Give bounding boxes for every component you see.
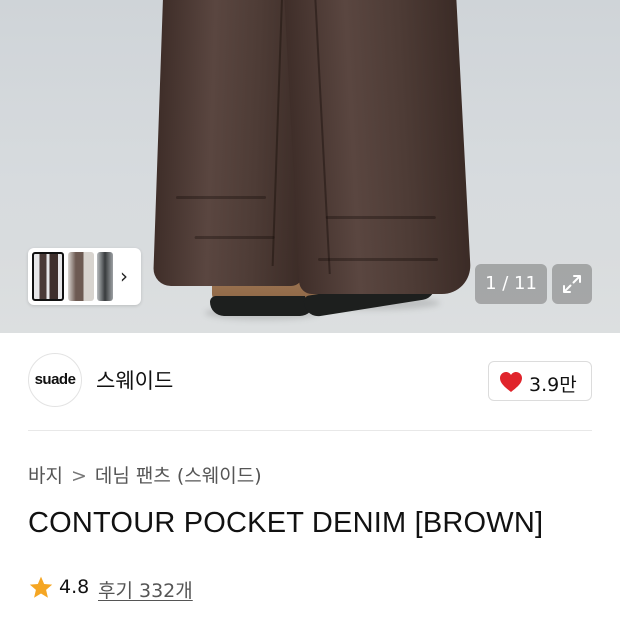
breadcrumb-separator-icon: > [70, 465, 87, 487]
left-shoe-sole [210, 296, 314, 316]
rating-score: 4.8 [59, 576, 90, 598]
right-pant-leg [284, 0, 472, 294]
like-count: 3.9만 [529, 374, 577, 396]
heart-icon [500, 372, 522, 392]
thumbnail-1-selected[interactable] [32, 252, 64, 301]
thumbnail-strip[interactable]: › [28, 248, 141, 305]
reviews-link[interactable]: 후기 332개 [98, 576, 193, 603]
expand-icon [563, 275, 581, 293]
breadcrumb-item-pants[interactable]: 바지 [28, 465, 63, 487]
image-counter: 1 / 11 [475, 264, 547, 304]
product-title: CONTOUR POCKET DENIM [BROWN] [28, 507, 544, 539]
section-divider [28, 430, 592, 431]
brand-logo[interactable]: suade [28, 353, 82, 407]
thumbnail-3[interactable] [97, 252, 113, 301]
star-icon [29, 576, 53, 598]
product-image-gallery[interactable]: › 1 / 11 [0, 0, 620, 333]
breadcrumb: 바지 > 데님 팬츠 (스웨이드) [28, 461, 262, 488]
chevron-right-icon[interactable]: › [115, 264, 133, 288]
expand-button[interactable] [552, 264, 592, 304]
brand-name[interactable]: 스웨이드 [96, 365, 173, 395]
brand-row: suade 스웨이드 3.9만 [28, 353, 592, 409]
thumbnail-2[interactable] [68, 252, 94, 301]
like-button[interactable]: 3.9만 [488, 361, 592, 401]
breadcrumb-item-denim-pants[interactable]: 데님 팬츠 (스웨이드) [95, 465, 262, 487]
